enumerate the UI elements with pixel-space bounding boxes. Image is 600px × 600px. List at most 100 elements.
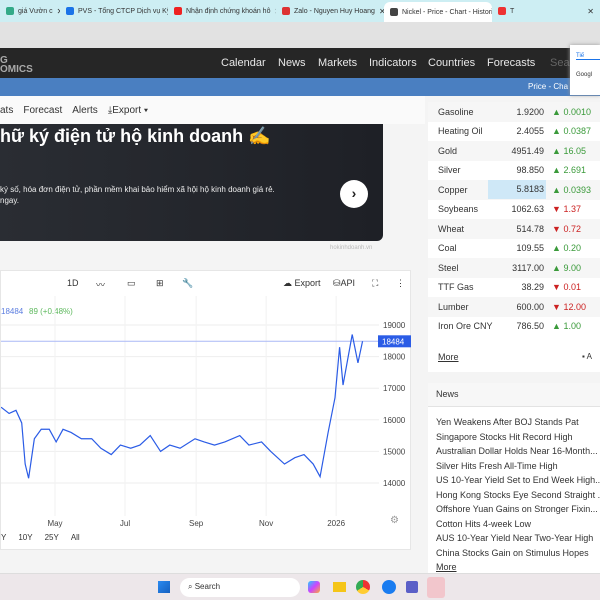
site-logo[interactable]: G OMICS <box>0 56 33 75</box>
news-item[interactable]: Hong Kong Stocks Eye Second Straight ... <box>436 490 600 500</box>
news-item[interactable]: AUS 10-Year Yield Near Two-Year High <box>436 533 593 543</box>
file-explorer-icon[interactable] <box>333 582 346 592</box>
news-item[interactable]: US 10-Year Yield Set to End Week High... <box>436 475 600 485</box>
commodity-name[interactable]: Coal <box>438 243 457 253</box>
nav-indicators[interactable]: Indicators <box>369 57 417 69</box>
tab-title: giá Vườn c <box>18 7 53 15</box>
arrow-down-icon: ▼ <box>552 282 561 293</box>
google-popup[interactable]: Tiế Googl <box>570 45 600 95</box>
commodity-name[interactable]: Wheat <box>438 224 464 234</box>
change-value: 0.72 <box>563 223 581 234</box>
change-value: 12.00 <box>563 301 586 312</box>
search-input[interactable]: Sea <box>550 57 570 69</box>
commodity-change: ▼ 0.72 <box>552 224 581 234</box>
copilot-icon[interactable] <box>308 581 320 593</box>
x-tick-label: Nov <box>259 519 273 528</box>
commodity-row[interactable]: TTF Gas 38.29 ▼ 0.01 <box>428 278 600 298</box>
teams-icon[interactable] <box>406 581 418 593</box>
commodity-row[interactable]: Heating Oil 2.4055 ▲ 0.0387 <box>428 122 600 142</box>
chart-settings-icon[interactable]: ⚙ <box>390 515 399 526</box>
news-item[interactable]: China Stocks Gain on Stimulus Hopes <box>436 548 589 558</box>
commodity-change: ▼ 12.00 <box>552 302 586 312</box>
browser-tab[interactable]: giá Vườn c ✕ <box>0 2 60 20</box>
browser-tab[interactable]: Nickel - Price - Chart - Historic✕ <box>384 2 492 22</box>
commodities-more-link[interactable]: More <box>438 352 459 362</box>
commodity-price: 5.8183 <box>488 180 546 200</box>
nav-calendar[interactable]: Calendar <box>221 57 266 69</box>
news-item[interactable]: Singapore Stocks Hit Record High <box>436 432 573 442</box>
nav-forecasts[interactable]: Forecasts <box>487 57 535 69</box>
tab-favicon-icon <box>390 8 398 16</box>
commodity-change: ▲ 2.691 <box>552 165 586 175</box>
ad-next-button[interactable]: › <box>340 180 368 208</box>
taskbar-search[interactable]: ⌕ Search <box>180 578 300 597</box>
range-10y[interactable]: 10Y <box>18 533 32 542</box>
commodity-row[interactable]: Lumber 600.00 ▼ 12.00 <box>428 297 600 317</box>
browser-tab[interactable]: Nhận định chứng khoán hô✕ <box>168 2 276 20</box>
commodity-change: ▲ 0.0387 <box>552 126 591 136</box>
advertisement-banner[interactable]: hữ ký điện tử hộ kinh doanh ✍ ký số, hóa… <box>0 124 383 241</box>
commodity-row[interactable]: Copper 5.8183 ▲ 0.0393 <box>428 180 600 200</box>
x-tick-label: Sep <box>189 519 204 528</box>
range-y[interactable]: Y <box>1 533 6 542</box>
last-price-label: 18484 <box>382 337 405 346</box>
commodity-row[interactable]: Steel 3117.00 ▲ 9.00 <box>428 258 600 278</box>
close-tab-icon[interactable]: ✕ <box>587 7 594 16</box>
subnav-alerts[interactable]: Alerts <box>72 105 98 116</box>
browser-tab[interactable]: PVS - Tổng CTCP Dịch vụ Kỹ thu✕ <box>60 2 168 20</box>
add-button[interactable]: ▪ A <box>582 352 592 361</box>
news-item[interactable]: Australian Dollar Holds Near 16-Month... <box>436 446 598 456</box>
export-dropdown[interactable]: ⤓Export ▾ <box>108 105 148 116</box>
subnav-forecast[interactable]: Forecast <box>23 105 62 116</box>
commodity-row[interactable]: Iron Ore CNY 786.50 ▲ 1.00 <box>428 317 600 337</box>
commodity-change: ▲ 16.05 <box>552 146 586 156</box>
commodity-row[interactable]: Silver 98.850 ▲ 2.691 <box>428 161 600 181</box>
commodities-table: Gasoline 1.9200 ▲ 0.0010 Heating Oil 2.4055 ▲… <box>428 102 600 372</box>
breadcrumb-bar: Price - Cha <box>0 78 600 96</box>
commodity-row[interactable]: Wheat 514.78 ▼ 0.72 <box>428 219 600 239</box>
sub-navigation: ats Forecast Alerts ⤓Export ▾ <box>0 96 425 124</box>
news-item[interactable]: Silver Hits Fresh All-Time High <box>436 461 558 471</box>
popup-tab[interactable]: Tiế <box>576 53 600 60</box>
news-item[interactable]: Yen Weakens After BOJ Stands Pat <box>436 417 579 427</box>
subnav-stats[interactable]: ats <box>0 105 13 116</box>
news-more-link[interactable]: More <box>436 562 457 572</box>
commodity-name[interactable]: Iron Ore CNY <box>438 321 493 331</box>
y-tick-label: 16000 <box>383 416 406 425</box>
windows-start-icon[interactable] <box>158 581 170 593</box>
commodity-row[interactable]: Gold 4951.49 ▲ 16.05 <box>428 141 600 161</box>
browser-tab[interactable]: T ✕ <box>492 2 600 20</box>
change-value: 0.01 <box>563 282 581 293</box>
commodity-row[interactable]: Coal 109.55 ▲ 0.20 <box>428 239 600 259</box>
commodity-price: 2.4055 <box>516 126 544 137</box>
nav-markets[interactable]: Markets <box>318 57 357 69</box>
news-item[interactable]: Cotton Hits 4-week Low <box>436 519 531 529</box>
calculator-icon[interactable] <box>427 577 445 598</box>
commodity-name[interactable]: Soybeans <box>438 204 478 214</box>
commodity-row[interactable]: Gasoline 1.9200 ▲ 0.0010 <box>428 102 600 122</box>
commodity-row[interactable]: Soybeans 1062.63 ▼ 1.37 <box>428 200 600 220</box>
zalo-icon[interactable] <box>382 580 396 594</box>
tab-favicon-icon <box>498 7 506 15</box>
news-item[interactable]: Offshore Yuan Gains on Stronger Fixin... <box>436 504 598 514</box>
browser-tab[interactable]: Zalo - Nguyen Huy Hoang ✕ <box>276 2 384 20</box>
commodity-name[interactable]: Gasoline <box>438 107 474 117</box>
commodity-name[interactable]: TTF Gas <box>438 282 474 292</box>
commodity-name[interactable]: Silver <box>438 165 461 175</box>
chart-plot[interactable]: 19000 18000 17000 16000 15000 14000 May Jul Sep N… <box>1 271 411 551</box>
tab-title: PVS - Tổng CTCP Dịch vụ Kỹ thu <box>78 7 168 15</box>
commodity-name[interactable]: Steel <box>438 263 459 273</box>
commodity-name[interactable]: Copper <box>438 185 468 195</box>
nav-countries[interactable]: Countries <box>428 57 475 69</box>
nav-news[interactable]: News <box>278 57 306 69</box>
chrome-icon[interactable] <box>356 580 370 594</box>
commodity-name[interactable]: Lumber <box>438 302 469 312</box>
ad-source[interactable]: hokinhdoanh.vn <box>330 245 372 251</box>
breadcrumb[interactable]: Price - Cha <box>528 82 568 91</box>
news-panel: News Yen Weakens After BOJ Stands Pat Sin… <box>428 383 600 573</box>
price-chart-panel: 1D 〰 ▭ ⊞ 🔧 ☁ Export ⛁API ⛶ ⋮ 18484 89 (+… <box>0 270 411 550</box>
range-all[interactable]: All <box>71 533 80 542</box>
commodity-name[interactable]: Heating Oil <box>438 126 483 136</box>
range-25y[interactable]: 25Y <box>45 533 59 542</box>
commodity-name[interactable]: Gold <box>438 146 457 156</box>
